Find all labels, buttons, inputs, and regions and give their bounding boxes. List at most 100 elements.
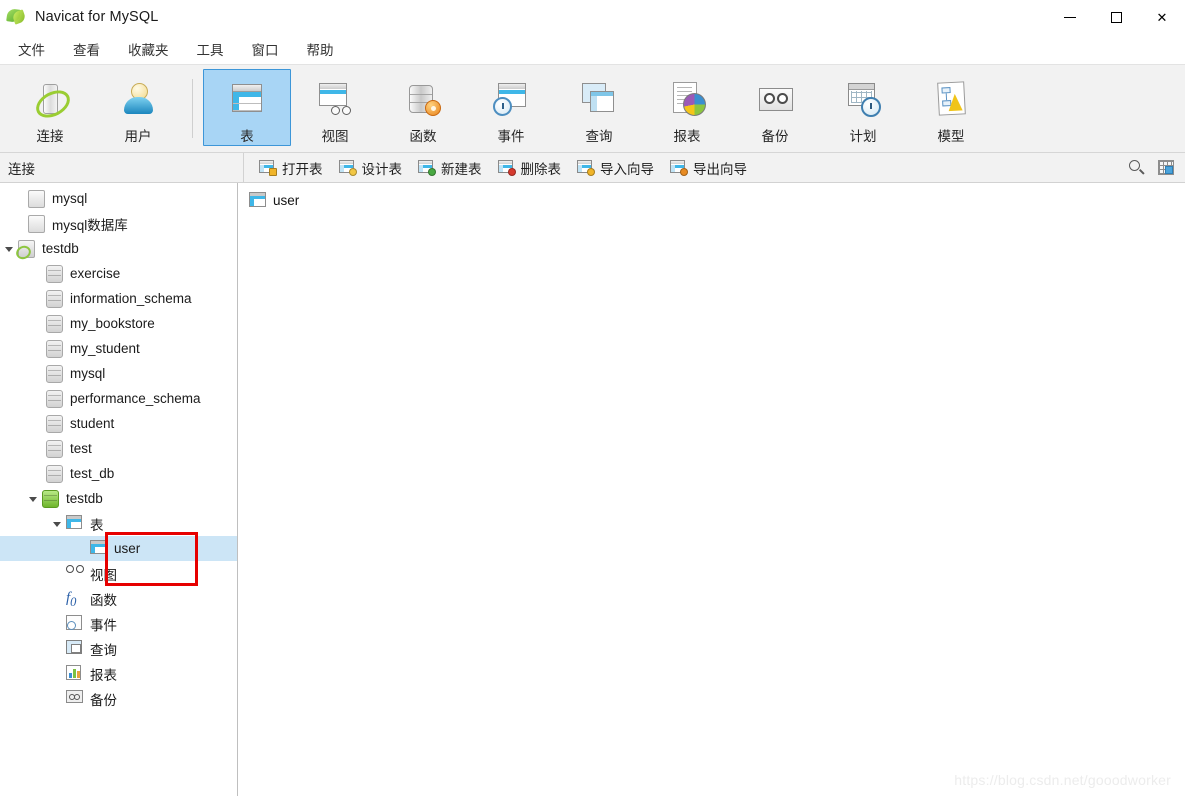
- table-icon: [66, 515, 83, 532]
- open-table-label: 打开表: [282, 161, 323, 177]
- toolbar-button-model[interactable]: 模型: [907, 69, 995, 146]
- tree-item-database-my-bookstore[interactable]: my_bookstore: [0, 311, 237, 336]
- main-body: mysql mysql数据库 testdb exercise informati…: [0, 183, 1185, 796]
- toolbar-button-label: 计划: [849, 129, 877, 144]
- maximize-button[interactable]: [1093, 0, 1139, 34]
- tree-item-backups-folder[interactable]: 备份: [0, 686, 237, 711]
- tree-item-label: student: [70, 416, 115, 431]
- import-wizard-icon: [577, 159, 595, 176]
- view-glasses-icon: [66, 565, 84, 582]
- menu-bar: 文件 查看 收藏夹 工具 窗口 帮助: [0, 34, 1185, 65]
- toolbar-button-label: 备份: [761, 129, 789, 144]
- tree-item-functions-folder[interactable]: f0 函数: [0, 586, 237, 611]
- toolbar-button-label: 表: [240, 129, 254, 144]
- tree-item-testdb-connection[interactable]: testdb: [0, 236, 237, 262]
- search-button[interactable]: [1121, 154, 1151, 181]
- report-chart-icon: [66, 665, 83, 682]
- window-controls: ✕: [1047, 0, 1185, 34]
- table-icon: [225, 80, 269, 118]
- menu-item-file[interactable]: 文件: [4, 35, 59, 64]
- menu-item-favorites[interactable]: 收藏夹: [114, 35, 183, 64]
- navicat-logo-icon: [6, 7, 27, 27]
- tree-item-queries-folder[interactable]: 查询: [0, 636, 237, 661]
- new-table-button[interactable]: 新建表: [413, 155, 490, 181]
- tree-item-database-my-student[interactable]: my_student: [0, 336, 237, 361]
- database-grey-icon: [46, 415, 63, 433]
- main-toolbar: 连接 用户 表 视图 函数 事件 查询 报表 备份 计划 模型: [0, 65, 1185, 153]
- delete-table-button[interactable]: 删除表: [493, 155, 570, 181]
- tree-item-label: 备份: [90, 692, 117, 708]
- close-button[interactable]: ✕: [1139, 0, 1185, 34]
- expander-toggle[interactable]: [0, 236, 18, 261]
- database-grey-icon: [46, 390, 63, 408]
- tree-item-database-performance-schema[interactable]: performance_schema: [0, 386, 237, 411]
- toolbar-button-view[interactable]: 视图: [291, 69, 379, 146]
- toolbar-button-label: 连接: [36, 129, 64, 144]
- tree-item-views-folder[interactable]: 视图: [0, 561, 237, 586]
- toolbar-button-report[interactable]: 报表: [643, 69, 731, 146]
- tree-item-database-information-schema[interactable]: information_schema: [0, 286, 237, 311]
- secondary-toolbar-row: 连接 打开表 设计表 新建表 删除表 导入向导 导出向导: [0, 153, 1185, 183]
- minimize-button[interactable]: [1047, 0, 1093, 34]
- tree-item-table-user[interactable]: user: [0, 536, 237, 561]
- database-green-icon: [42, 490, 59, 508]
- menu-item-window[interactable]: 窗口: [238, 35, 293, 64]
- export-wizard-icon: [670, 159, 688, 176]
- menu-item-tools[interactable]: 工具: [183, 35, 238, 64]
- tree-item-database-student[interactable]: student: [0, 411, 237, 436]
- maximize-icon: [1110, 11, 1122, 23]
- expander-toggle[interactable]: [48, 511, 66, 536]
- tree-item-database-mysql[interactable]: mysql: [0, 361, 237, 386]
- tree-item-mysql-database-connection[interactable]: mysql数据库: [0, 211, 237, 236]
- toolbar-button-function[interactable]: 函数: [379, 69, 467, 146]
- tree-item-tables-folder[interactable]: 表: [0, 511, 237, 536]
- database-grey-icon: [46, 465, 63, 483]
- menu-item-view[interactable]: 查看: [59, 35, 114, 64]
- tree-item-reports-folder[interactable]: 报表: [0, 661, 237, 686]
- import-wizard-button[interactable]: 导入向导: [572, 155, 662, 181]
- database-grey-icon: [46, 265, 63, 283]
- tree-item-database-testdb[interactable]: testdb: [0, 486, 237, 511]
- toolbar-separator: [192, 79, 193, 138]
- toolbar-button-table[interactable]: 表: [203, 69, 291, 146]
- open-table-icon: [259, 159, 277, 176]
- toolbar-group-connection: 连接 用户: [6, 65, 182, 152]
- tree-item-database-test[interactable]: test: [0, 436, 237, 461]
- tree-item-mysql-connection[interactable]: mysql: [0, 186, 237, 211]
- toolbar-button-backup[interactable]: 备份: [731, 69, 819, 146]
- tree-item-label: 报表: [90, 667, 117, 683]
- tree-item-database-test-db[interactable]: test_db: [0, 461, 237, 486]
- window-title: Navicat for MySQL: [35, 9, 159, 25]
- tree-item-label: testdb: [42, 241, 79, 256]
- tree-item-events-folder[interactable]: 事件: [0, 611, 237, 636]
- user-icon: [116, 80, 160, 118]
- expander-toggle[interactable]: [24, 486, 42, 511]
- import-wizard-label: 导入向导: [600, 161, 654, 177]
- export-wizard-button[interactable]: 导出向导: [665, 155, 755, 181]
- menu-item-help[interactable]: 帮助: [293, 35, 348, 64]
- toolbar-button-user[interactable]: 用户: [94, 69, 182, 146]
- toolbar-button-event[interactable]: 事件: [467, 69, 555, 146]
- toolbar-button-query[interactable]: 查询: [555, 69, 643, 146]
- toolbar-button-label: 视图: [321, 129, 349, 144]
- toolbar-button-label: 查询: [585, 129, 613, 144]
- backup-tape-icon: [66, 690, 83, 707]
- grid-view-button[interactable]: [1151, 154, 1181, 181]
- tree-item-label: test: [70, 441, 92, 456]
- database-grey-icon: [46, 365, 63, 383]
- tree-item-label: mysql: [52, 191, 88, 206]
- design-table-icon: [338, 159, 357, 176]
- object-item-user-table[interactable]: user: [246, 189, 306, 211]
- chevron-down-icon: [5, 246, 13, 252]
- tree-item-database-exercise[interactable]: exercise: [0, 261, 237, 286]
- open-table-button[interactable]: 打开表: [254, 155, 331, 181]
- design-table-button[interactable]: 设计表: [334, 155, 411, 181]
- function-fx-icon: f0: [66, 590, 77, 609]
- tree-item-label: mysql数据库: [52, 217, 128, 233]
- tree-item-label: my_bookstore: [70, 316, 155, 331]
- schedule-icon: [841, 80, 885, 118]
- connection-green-icon: [13, 240, 35, 262]
- toolbar-button-schedule[interactable]: 计划: [819, 69, 907, 146]
- toolbar-button-connection[interactable]: 连接: [6, 69, 94, 146]
- view-icon: [313, 80, 357, 118]
